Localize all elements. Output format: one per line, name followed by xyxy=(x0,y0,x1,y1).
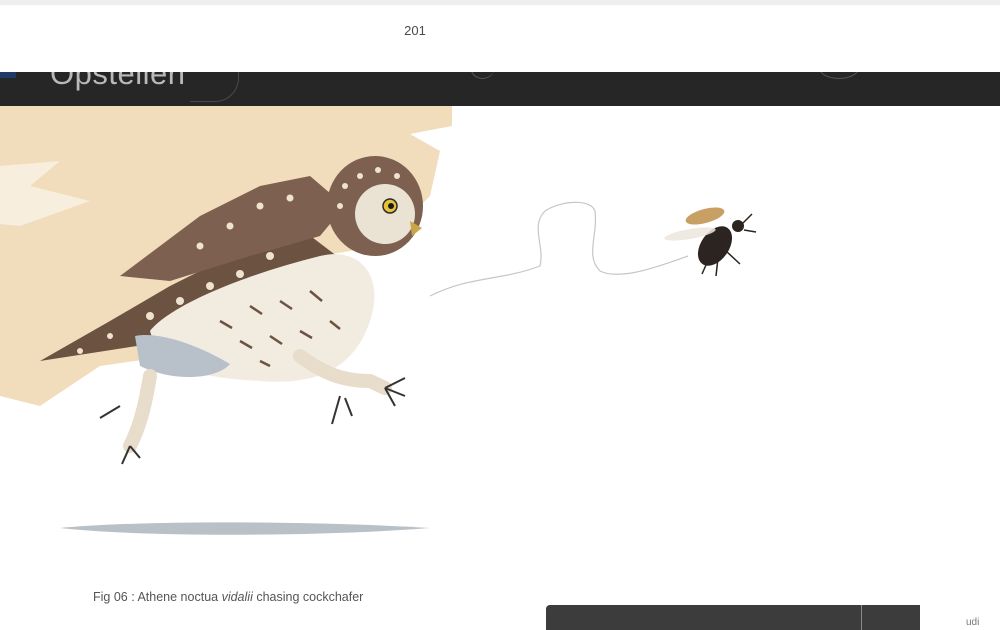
bottom-toolbar[interactable] xyxy=(546,605,920,630)
band-arc-right xyxy=(818,72,860,79)
band-arc-left xyxy=(470,72,495,79)
beetle-flight-trail xyxy=(429,201,689,297)
page-header: 201 xyxy=(0,0,1000,72)
band-title: Opstellen xyxy=(50,72,186,91)
owl-illustration xyxy=(0,106,757,535)
band-accent xyxy=(0,72,16,78)
partial-label: udi xyxy=(966,617,980,628)
ground-shadow xyxy=(60,522,430,535)
page-number: 201 xyxy=(404,23,426,38)
book-toolbar: Opstellen xyxy=(0,72,1000,106)
caption-species: vidalii xyxy=(221,590,253,604)
figure-caption: Fig 06 : Athene noctua vidalii chasing c… xyxy=(93,590,363,604)
caption-text-end: chasing cockchafer xyxy=(252,590,364,604)
caption-text: Fig 06 : Athene noctua xyxy=(93,590,222,604)
owl-pupil xyxy=(388,203,394,209)
band-tab-outline xyxy=(190,72,239,102)
owl-face xyxy=(355,184,415,244)
cockchafer-beetle xyxy=(664,207,757,277)
bottom-toolbar-divider xyxy=(861,605,862,630)
owl-leg-back xyxy=(123,369,157,453)
